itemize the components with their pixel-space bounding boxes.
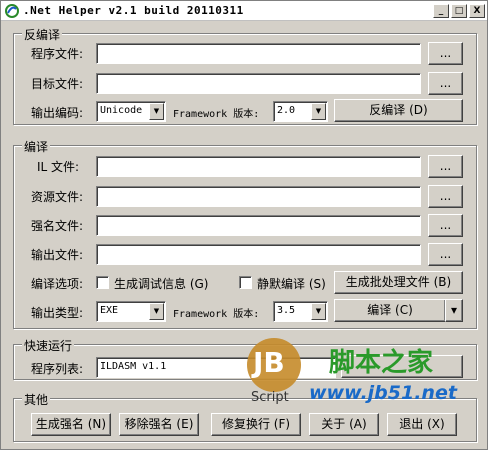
debug-info-label[interactable]: 生成调试信息 (G) [114, 275, 208, 292]
compile-group-label: 编译 [22, 138, 51, 155]
encoding-select[interactable]: Unicode ▼ [96, 101, 166, 122]
generate-strong-name-button[interactable]: 生成强名 (N) [31, 413, 111, 436]
compile-framework-select[interactable]: 3.5 ▼ [273, 301, 328, 322]
fix-line-breaks-button[interactable]: 修复换行 (F) [211, 413, 301, 436]
about-button[interactable]: 关于 (A) [309, 413, 379, 436]
exit-button[interactable]: 退出 (X) [387, 413, 457, 436]
compile-framework-value: 3.5 [277, 305, 296, 316]
output-type-label: 输出类型: [31, 306, 84, 320]
title-bar[interactable]: .Net Helper v2.1 build 20110311 _ □ X [1, 1, 487, 21]
program-list-value: ILDASM v1.1 [100, 361, 167, 372]
strong-name-file-input[interactable] [96, 215, 421, 236]
compile-split-arrow-button[interactable]: ▾ [445, 299, 463, 322]
debug-info-checkbox[interactable] [96, 276, 109, 289]
output-type-value: EXE [100, 305, 119, 316]
output-type-select[interactable]: EXE ▼ [96, 301, 166, 322]
silent-compile-checkbox[interactable] [239, 276, 252, 289]
il-file-input[interactable] [96, 156, 421, 177]
program-file-input[interactable] [96, 43, 421, 64]
decompile-button[interactable]: 反编译 (D) [334, 99, 463, 122]
batch-file-button[interactable]: 生成批处理文件 (B) [334, 271, 463, 294]
strong-name-file-browse-button[interactable]: ... [428, 214, 463, 237]
decompile-framework-label: Framework 版本: [173, 109, 260, 120]
silent-compile-label[interactable]: 静默编译 (S) [257, 275, 326, 292]
chevron-down-icon[interactable]: ▼ [311, 103, 326, 120]
decompile-framework-value: 2.0 [277, 105, 296, 116]
minimize-button[interactable]: _ [433, 4, 449, 18]
window-title: .Net Helper v2.1 build 20110311 [23, 4, 244, 17]
program-file-label: 程序文件: [31, 47, 84, 61]
quick-run-button[interactable] [341, 355, 463, 378]
app-icon [5, 4, 19, 18]
compile-button[interactable]: 编译 (C) [334, 299, 446, 322]
output-file-label: 输出文件: [31, 248, 84, 262]
chevron-down-icon[interactable]: ▼ [149, 103, 164, 120]
strong-name-file-label: 强名文件: [31, 219, 84, 233]
quick-run-group-label: 快速运行 [22, 337, 75, 354]
main-window: .Net Helper v2.1 build 20110311 _ □ X 反编… [0, 0, 488, 450]
other-group-label: 其他 [22, 391, 51, 408]
target-file-browse-button[interactable]: ... [428, 72, 463, 95]
close-button[interactable]: X [469, 4, 485, 18]
remove-strong-name-button[interactable]: 移除强名 (E) [119, 413, 199, 436]
resource-file-label: 资源文件: [31, 190, 84, 204]
compile-options-label: 编译选项: [31, 277, 84, 291]
encoding-value: Unicode [100, 105, 143, 116]
resource-file-input[interactable] [96, 186, 421, 207]
resource-file-browse-button[interactable]: ... [428, 185, 463, 208]
target-file-label: 目标文件: [31, 77, 84, 91]
chevron-down-icon[interactable]: ▼ [149, 303, 164, 320]
decompile-group-label: 反编译 [22, 26, 63, 43]
maximize-button[interactable]: □ [451, 4, 467, 18]
target-file-input[interactable] [96, 73, 421, 94]
program-list-select[interactable]: ILDASM v1.1 [96, 357, 336, 378]
output-file-browse-button[interactable]: ... [428, 243, 463, 266]
il-file-browse-button[interactable]: ... [428, 155, 463, 178]
decompile-framework-select[interactable]: 2.0 ▼ [273, 101, 328, 122]
encoding-label: 输出编码: [31, 106, 84, 120]
output-file-input[interactable] [96, 244, 421, 265]
program-list-label: 程序列表: [31, 362, 84, 376]
program-file-browse-button[interactable]: ... [428, 42, 463, 65]
compile-framework-label: Framework 版本: [173, 309, 260, 320]
il-file-label: IL 文件: [37, 160, 80, 174]
chevron-down-icon[interactable]: ▼ [311, 303, 326, 320]
